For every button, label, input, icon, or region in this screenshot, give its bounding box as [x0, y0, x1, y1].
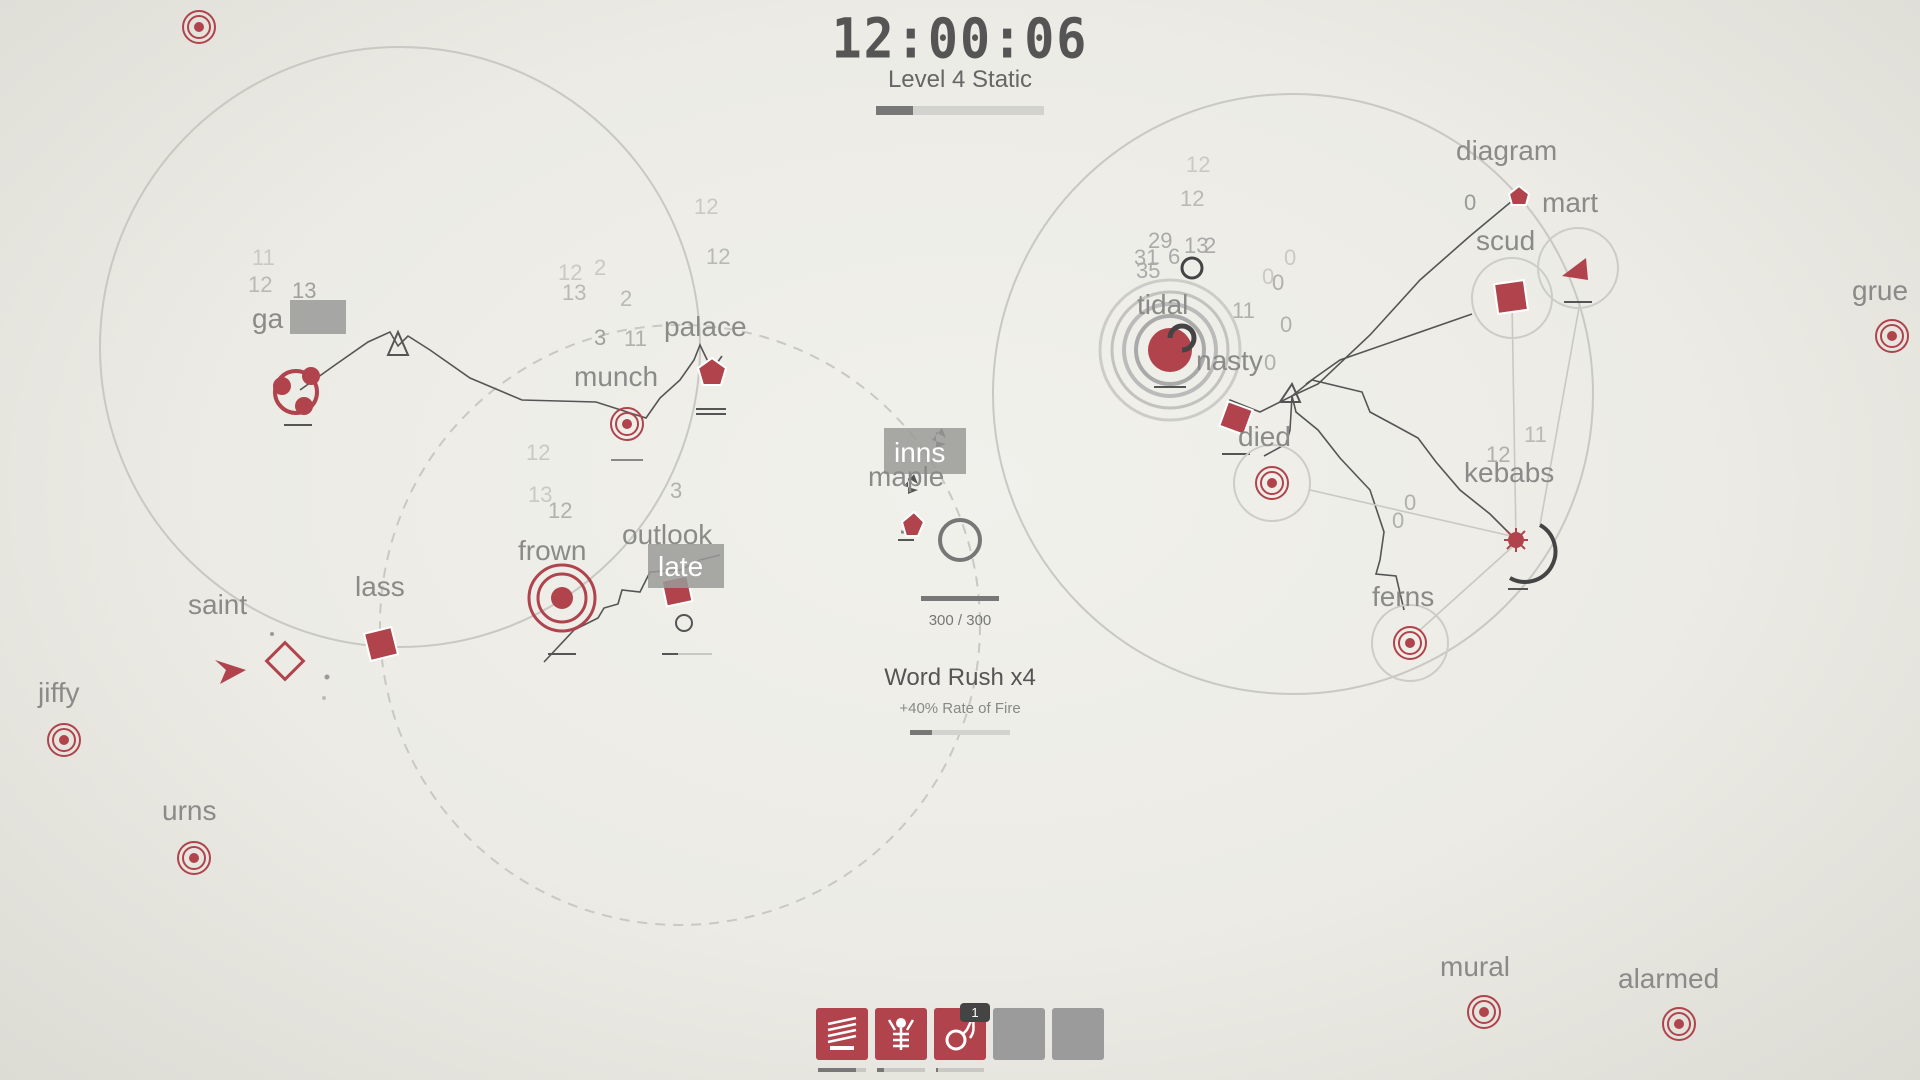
damage-number: 2	[1204, 233, 1216, 258]
damage-number: 11	[1524, 422, 1547, 447]
game-field: 11 12 13 12 2 13 2 3 11 12 12 12 13 12 3…	[37, 10, 1909, 1041]
word-label: ga	[252, 303, 284, 334]
word-label: diagram	[1456, 135, 1557, 166]
word-label: scud	[1476, 225, 1535, 256]
damage-number: 2	[620, 286, 632, 311]
ability-slot-2[interactable]	[875, 1008, 927, 1060]
damage-number: 11	[624, 326, 647, 351]
ability-cooldown-fill	[818, 1068, 857, 1072]
word-label: frown	[518, 535, 586, 566]
level-progress-fill	[876, 106, 913, 115]
square-lass	[362, 625, 400, 663]
ability-charge-badge: 1	[960, 1003, 990, 1022]
word-label: died	[1238, 421, 1291, 452]
player-hp-bar	[921, 596, 999, 601]
ability-slot-1[interactable]	[816, 1008, 868, 1060]
target-jiffy	[47, 723, 81, 757]
word-label: mural	[1440, 951, 1510, 982]
damage-number: 0	[1280, 312, 1292, 337]
damage-number: 35	[1136, 258, 1160, 283]
damage-number: 0	[1264, 350, 1276, 375]
damage-number: 3	[594, 325, 606, 350]
damage-number: 12	[694, 194, 718, 219]
boost-progress-bar	[910, 730, 1010, 735]
word-label: mart	[1542, 187, 1598, 218]
range-circle-left	[99, 46, 701, 648]
word-label: munch	[574, 361, 658, 392]
word-highlight-ga	[290, 300, 346, 334]
damage-number: 0	[1262, 264, 1274, 289]
game-timer: 12:00:06	[831, 7, 1089, 71]
level-progress-bar	[876, 106, 1044, 115]
word-label: late	[658, 551, 703, 582]
target-alarmed	[1662, 1007, 1696, 1041]
boost-progress-fill	[910, 730, 932, 735]
ability-slot-5[interactable]	[1052, 1008, 1104, 1060]
ability-cooldown-bar-3	[936, 1068, 984, 1072]
word-label: nasty	[1196, 345, 1263, 376]
ability-slot-4[interactable]	[993, 1008, 1045, 1060]
word-label: alarmed	[1618, 963, 1719, 994]
damage-number: 13	[562, 280, 586, 305]
target-grue	[1875, 319, 1909, 353]
damage-number: 0	[1464, 190, 1476, 215]
ability-cooldown-fill	[936, 1068, 939, 1072]
target-urns	[177, 841, 211, 875]
damage-number: 12	[248, 272, 272, 297]
word-label: tidal	[1137, 289, 1188, 320]
damage-number: 12	[1180, 186, 1204, 211]
level-title: Level 4 Static	[887, 66, 1033, 93]
ability-cooldown-bar-2	[877, 1068, 925, 1072]
word-label: palace	[664, 311, 747, 342]
damage-number: 11	[252, 245, 275, 270]
enemy-maple	[898, 510, 926, 541]
player-hp-text: 300 / 300	[928, 612, 992, 629]
word-label: urns	[162, 795, 216, 826]
target-died	[1233, 444, 1311, 522]
word-label: ferns	[1372, 581, 1434, 612]
boost-title: Word Rush x4	[884, 664, 1036, 691]
damage-number: 6	[1168, 244, 1180, 269]
enemy-cluster-ga	[273, 367, 320, 426]
damage-number: 12	[1186, 152, 1210, 177]
word-label: kebabs	[1464, 457, 1554, 488]
pentagon-palace	[696, 356, 728, 415]
word-label: grue	[1852, 275, 1908, 306]
triangle-mart	[1537, 227, 1619, 309]
triangle-enemy	[386, 329, 410, 356]
damage-number: 3	[670, 478, 682, 503]
damage-number: 12	[548, 498, 572, 523]
lightning-wall-icon	[827, 1016, 857, 1050]
damage-number: 13	[292, 278, 316, 303]
damage-number: 12	[706, 244, 730, 269]
ability-cooldown-bar-1	[818, 1068, 866, 1072]
word-label: inns	[894, 437, 945, 468]
word-label: outlook	[622, 519, 713, 550]
target-mural	[1467, 995, 1501, 1029]
dot	[270, 632, 274, 636]
damage-number: 12	[526, 440, 550, 465]
damage-number: 11	[1232, 298, 1255, 323]
range-circle-right	[992, 93, 1594, 695]
big-target-tidal	[1098, 256, 1242, 422]
damage-number: 2	[594, 255, 606, 280]
ability-cooldown-fill	[877, 1068, 885, 1072]
word-label: lass	[355, 571, 405, 602]
figure-beam-icon	[887, 1018, 915, 1050]
target-frown	[527, 563, 597, 655]
damage-number: 0	[1284, 245, 1296, 270]
triangle-enemy	[1278, 381, 1302, 403]
boost-subtitle: +40% Rate of Fire	[899, 700, 1021, 717]
player-hp-fill	[921, 596, 999, 601]
